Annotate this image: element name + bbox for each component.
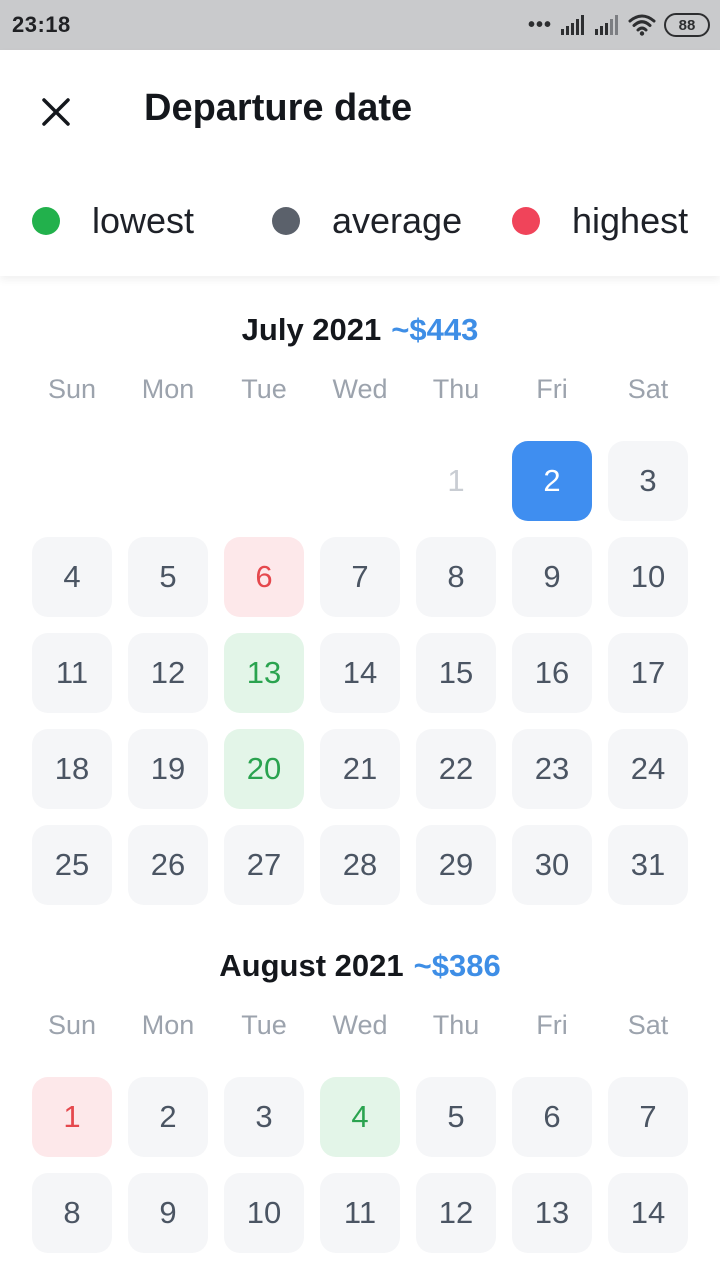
day-cell: 1	[447, 463, 465, 498]
day-cell[interactable]: 26	[128, 825, 208, 905]
weekday-label: Mon	[141, 1010, 195, 1040]
price-legend: lowest average highest	[0, 196, 720, 246]
legend-label-average: average	[332, 200, 463, 241]
legend-label-lowest: lowest	[92, 200, 195, 241]
weekday-label: Fri	[536, 374, 568, 404]
lowest-dot-icon	[32, 207, 60, 235]
day-cell[interactable]: 1	[32, 1077, 112, 1157]
legend-label-highest: highest	[572, 200, 689, 241]
month-name: August 2021	[219, 948, 404, 983]
weekday-label: Thu	[432, 1010, 480, 1040]
page-title: Departure date	[144, 87, 413, 129]
day-cell[interactable]: 15	[416, 633, 496, 713]
day-cell[interactable]: 4	[320, 1077, 400, 1157]
day-cell[interactable]: 28	[320, 825, 400, 905]
highest-dot-icon	[512, 207, 540, 235]
wifi-icon	[628, 14, 656, 36]
day-cell[interactable]: 27	[224, 825, 304, 905]
day-cell[interactable]: 5	[128, 537, 208, 617]
day-cell[interactable]: 9	[512, 537, 592, 617]
more-dots-icon: •••	[527, 14, 552, 36]
day-cell[interactable]: 2	[128, 1077, 208, 1157]
day-cell[interactable]: 9	[128, 1173, 208, 1253]
day-cell[interactable]: 29	[416, 825, 496, 905]
status-bar: 23:18 ••• 88	[0, 0, 720, 50]
legend-highest: highest	[512, 196, 688, 246]
day-cell[interactable]: 21	[320, 729, 400, 809]
day-cell[interactable]: 8	[416, 537, 496, 617]
legend-average: average	[272, 196, 462, 246]
day-cell[interactable]: 8	[32, 1173, 112, 1253]
day-cell[interactable]: 23	[512, 729, 592, 809]
day-cell[interactable]: 18	[32, 729, 112, 809]
weekday-label: Sat	[627, 374, 669, 404]
weekday-label: Sun	[47, 1010, 97, 1040]
status-icons: ••• 88	[528, 12, 710, 38]
close-icon	[42, 98, 70, 126]
day-cell[interactable]: 12	[128, 633, 208, 713]
day-cell[interactable]: 14	[320, 633, 400, 713]
day-cell[interactable]: 10	[224, 1173, 304, 1253]
signal-icon	[595, 15, 618, 35]
weekday-label: Wed	[332, 374, 388, 404]
close-button[interactable]	[30, 86, 82, 138]
month-name: July 2021	[241, 312, 382, 347]
battery-icon: 88	[664, 13, 710, 37]
weekday-label: Sun	[47, 374, 97, 404]
day-cell[interactable]: 12	[416, 1173, 496, 1253]
month-price: ~$386	[413, 948, 501, 983]
day-cell[interactable]: 22	[416, 729, 496, 809]
day-cell[interactable]: 2	[512, 441, 592, 521]
month-price: ~$443	[391, 312, 479, 347]
day-cell[interactable]: 7	[320, 537, 400, 617]
month-title: July 2021 ~$443	[0, 312, 720, 348]
day-cell[interactable]: 30	[512, 825, 592, 905]
day-cell[interactable]: 14	[608, 1173, 688, 1253]
day-cell[interactable]: 19	[128, 729, 208, 809]
weekday-label: Wed	[332, 1010, 388, 1040]
day-cell[interactable]: 10	[608, 537, 688, 617]
day-cell[interactable]: 20	[224, 729, 304, 809]
weekday-label: Fri	[536, 1010, 568, 1040]
day-cell[interactable]: 3	[608, 441, 688, 521]
day-cell[interactable]: 7	[608, 1077, 688, 1157]
day-cell[interactable]: 6	[512, 1077, 592, 1157]
status-time: 23:18	[12, 12, 71, 37]
day-cell[interactable]: 5	[416, 1077, 496, 1157]
signal-icon	[561, 15, 584, 35]
day-cell[interactable]: 3	[224, 1077, 304, 1157]
legend-lowest: lowest	[32, 196, 194, 246]
day-cell[interactable]: 11	[32, 633, 112, 713]
weekday-label: Tue	[241, 1010, 287, 1040]
day-cell[interactable]: 11	[320, 1173, 400, 1253]
header: Departure date lowest average highest	[0, 50, 720, 276]
weekday-label: Tue	[241, 374, 287, 404]
day-cell[interactable]: 17	[608, 633, 688, 713]
day-cell[interactable]: 13	[224, 633, 304, 713]
day-cell[interactable]: 13	[512, 1173, 592, 1253]
month-title: August 2021 ~$386	[0, 948, 720, 984]
day-cell[interactable]: 25	[32, 825, 112, 905]
day-cell[interactable]: 16	[512, 633, 592, 713]
average-dot-icon	[272, 207, 300, 235]
day-cell[interactable]: 4	[32, 537, 112, 617]
weekday-label: Sat	[627, 1010, 669, 1040]
weekday-label: Mon	[141, 374, 195, 404]
weekday-label: Thu	[432, 374, 480, 404]
day-cell[interactable]: 31	[608, 825, 688, 905]
day-cell[interactable]: 24	[608, 729, 688, 809]
day-cell[interactable]: 6	[224, 537, 304, 617]
